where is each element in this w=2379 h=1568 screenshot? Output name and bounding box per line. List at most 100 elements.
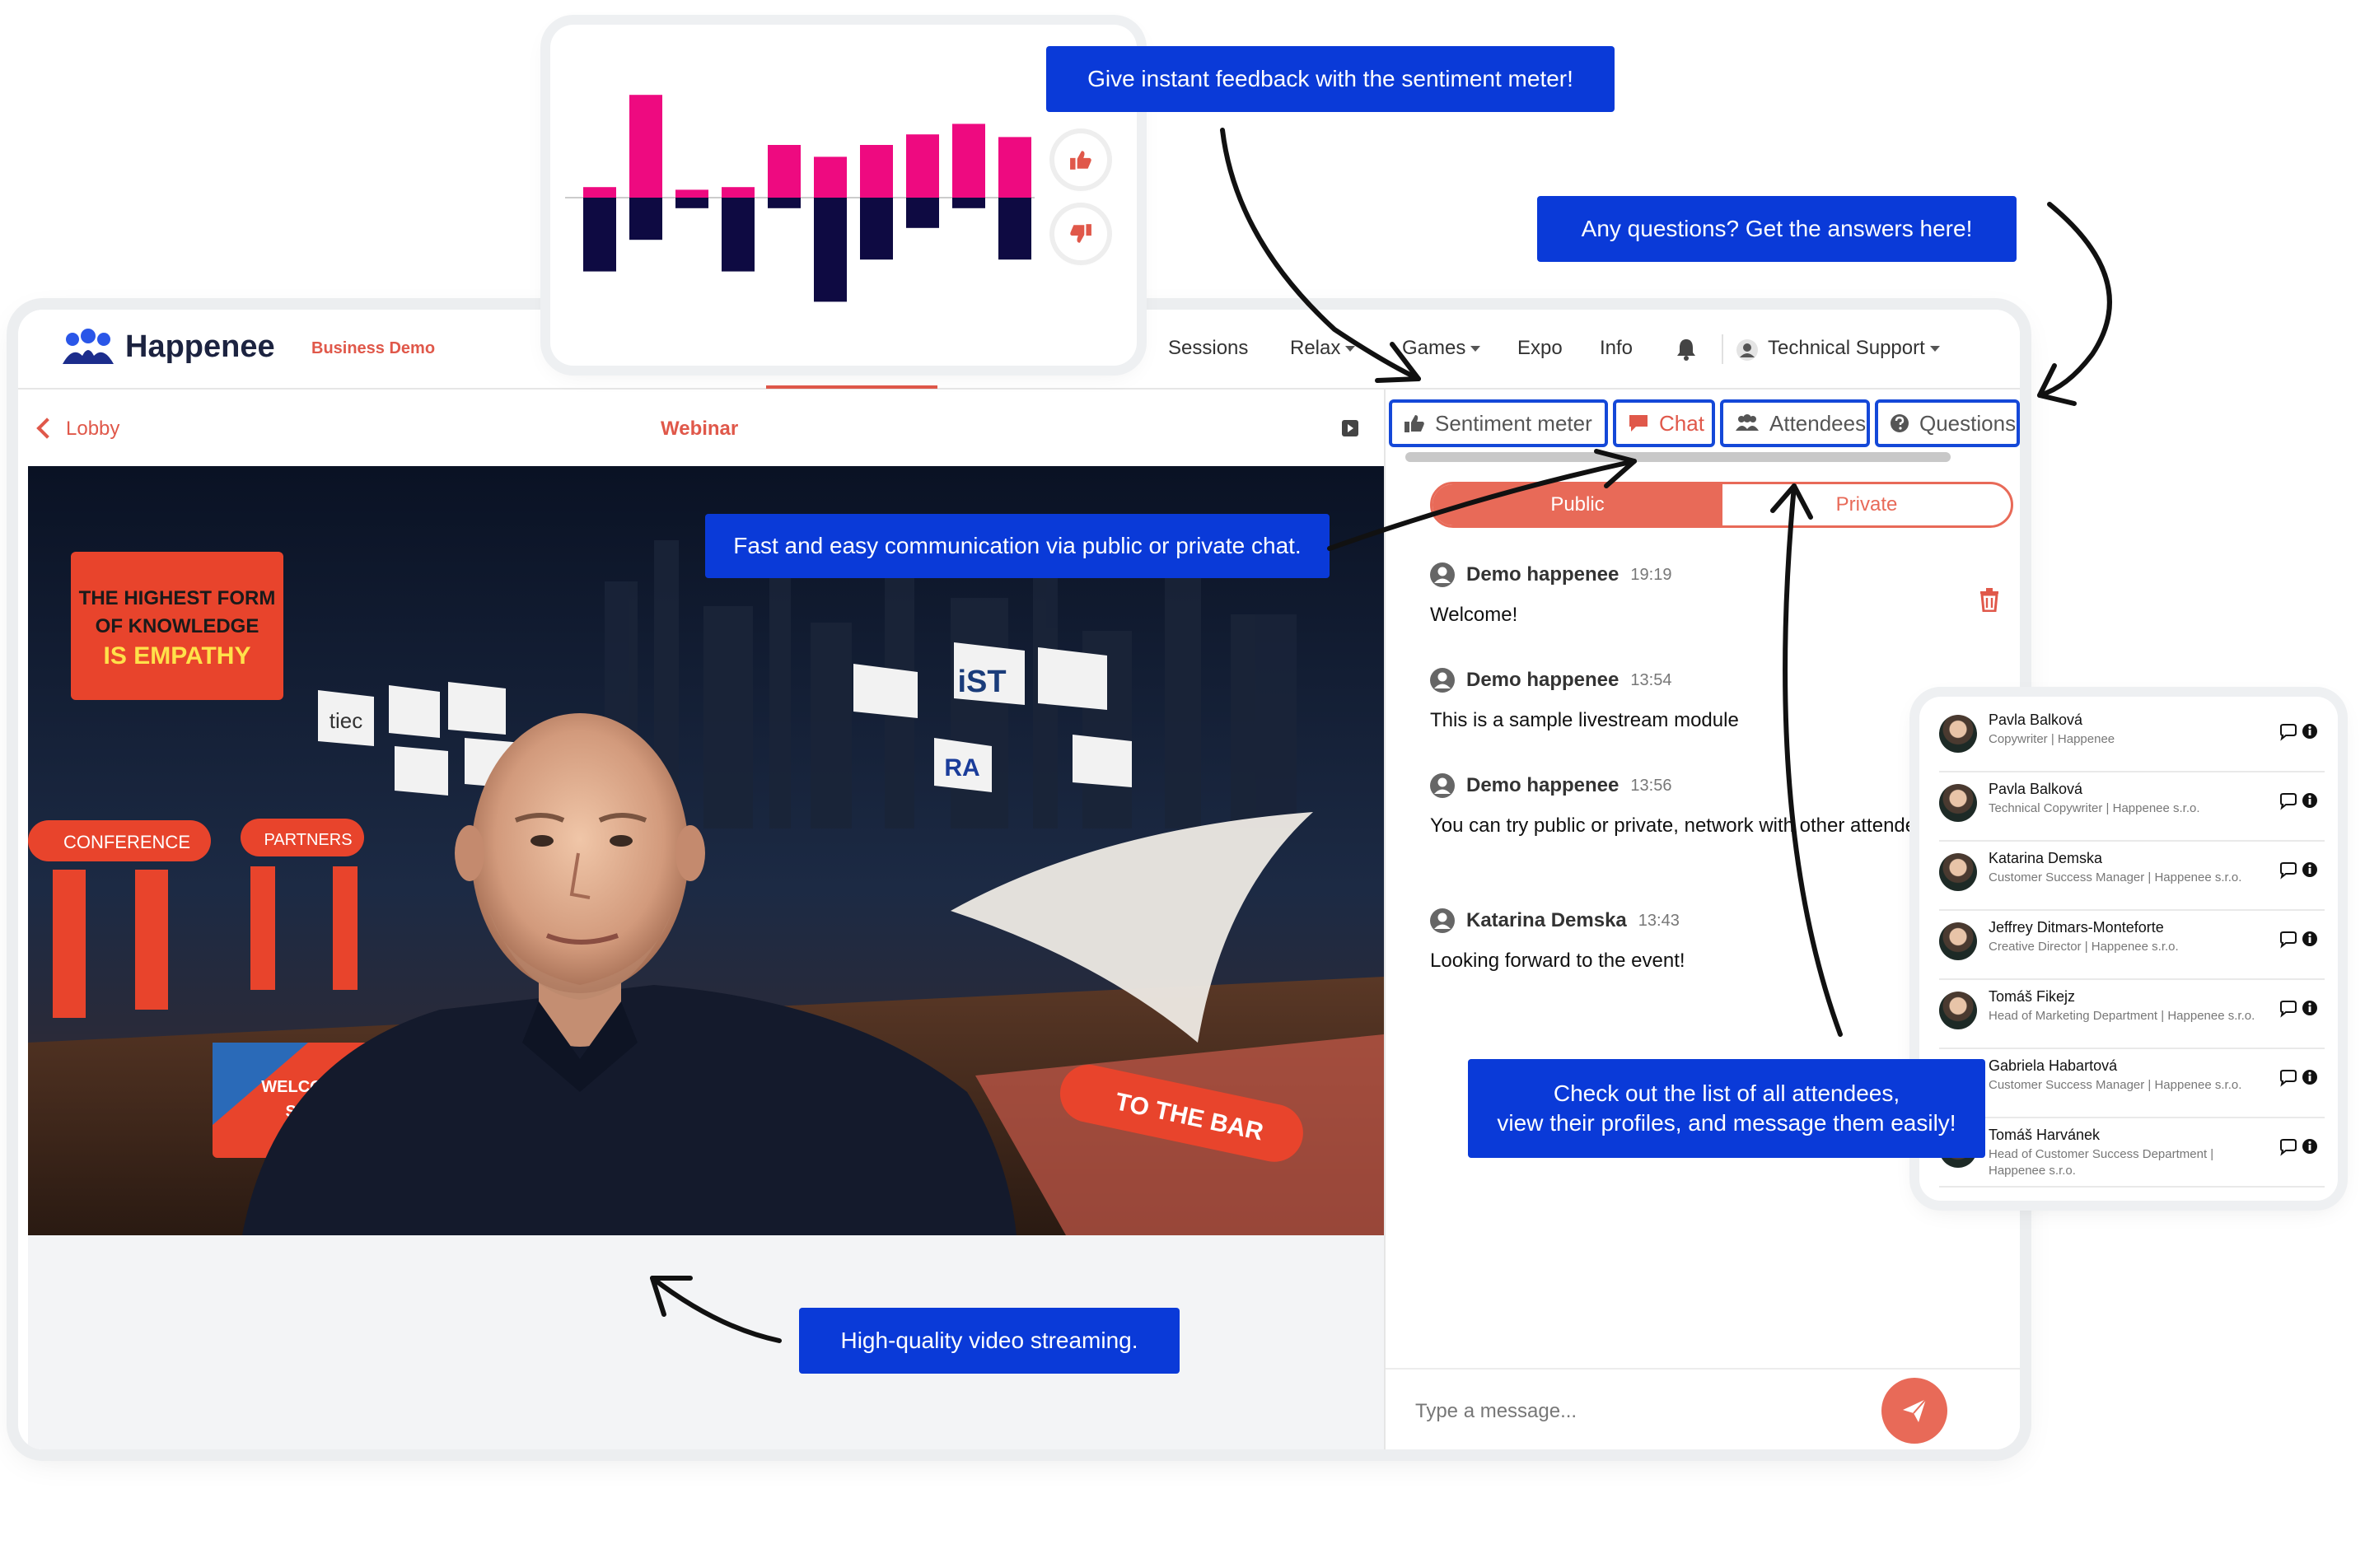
message-icon[interactable] [2280, 862, 2297, 880]
negative-bar [952, 198, 985, 208]
message-time: 13:54 [1630, 670, 1672, 689]
message-input[interactable] [1414, 1393, 1878, 1430]
attendee-avatar[interactable] [1939, 992, 1977, 1029]
attendee-row[interactable]: Gabriela Habartová Customer Success Manag… [1939, 1049, 2325, 1118]
info-icon[interactable] [2302, 862, 2317, 877]
tab-questions[interactable]: Questions [1875, 399, 2020, 447]
tabs-scrollbar[interactable] [1405, 452, 1951, 462]
nav-relax[interactable]: Relax [1290, 337, 1356, 360]
chat-message: Demo happenee 19:19 Welcome! [1430, 562, 2007, 630]
tab-chat[interactable]: Chat [1613, 399, 1715, 447]
info-icon[interactable] [2302, 1139, 2317, 1154]
attendee-row[interactable]: Jeffrey Ditmars-Monteforte Creative Direc… [1939, 911, 2325, 980]
tab-sentiment-meter[interactable]: Sentiment meter [1389, 399, 1608, 447]
scene-booth-conference: CONFERENCE [63, 832, 190, 852]
message-text: Welcome! [1430, 604, 1518, 626]
attendee-avatar[interactable] [1939, 853, 1977, 891]
back-to-lobby-link[interactable]: Lobby [36, 417, 119, 441]
negative-bar [814, 198, 847, 302]
collapse-panel-icon[interactable] [1341, 419, 1359, 437]
attendee-actions [2280, 862, 2317, 880]
info-icon[interactable] [2302, 1070, 2317, 1085]
attendee-avatar[interactable] [1939, 715, 1977, 753]
user-avatar-icon [1430, 773, 1455, 798]
negative-bar [675, 198, 708, 208]
video-area-background [28, 1235, 1384, 1449]
nav-games-label: Games [1402, 337, 1466, 359]
chevron-left-icon [36, 417, 58, 439]
scene-booth-partners: PARTNERS [264, 831, 352, 849]
negative-bar [768, 198, 801, 208]
attendee-row[interactable]: Pavla Balková Copywriter | Happenee [1939, 703, 2325, 772]
message-author[interactable]: Demo happenee [1466, 774, 1619, 797]
user-avatar-icon [1430, 908, 1455, 933]
attendee-name[interactable]: Pavla Balková [1989, 781, 2082, 798]
message-author[interactable]: Demo happenee [1466, 563, 1619, 586]
attendee-row[interactable]: Pavla Balková Technical Copywriter | Happ… [1939, 772, 2325, 842]
info-icon[interactable] [2302, 1001, 2317, 1015]
attendee-avatar[interactable] [1939, 784, 1977, 822]
nav-sessions[interactable]: Sessions [1168, 337, 1248, 360]
positive-bar [998, 137, 1031, 198]
tab-chat-label: Chat [1659, 410, 1704, 436]
callout-attendees-line-2: view their profiles, and message them ea… [1497, 1110, 1956, 1136]
attendee-row[interactable]: Tomáš Harvánek Head of Customer Success D… [1939, 1118, 2325, 1188]
nav-games[interactable]: Games [1402, 337, 1481, 360]
positive-bar [768, 145, 801, 198]
nav-expo[interactable]: Expo [1517, 337, 1563, 360]
message-author[interactable]: Katarina Demska [1466, 909, 1627, 932]
chat-bubble-icon [1629, 415, 1648, 432]
video-player[interactable]: THE HIGHEST FORM OF KNOWLEDGE IS EMPATHY… [28, 466, 1384, 1235]
send-button[interactable] [1881, 1378, 1947, 1444]
message-icon[interactable] [2280, 1001, 2297, 1018]
message-icon[interactable] [2280, 1139, 2297, 1156]
message-icon[interactable] [2280, 724, 2297, 741]
attendee-name[interactable]: Tomáš Fikejz [1989, 988, 2075, 1006]
message-time: 13:43 [1638, 911, 1680, 930]
attendee-name[interactable]: Gabriela Habartová [1989, 1057, 2117, 1075]
scene-sign-line-1: THE HIGHEST FORM [79, 587, 276, 609]
private-chat-button[interactable]: Private [1722, 484, 2011, 525]
info-icon[interactable] [2302, 793, 2317, 808]
info-icon[interactable] [2302, 931, 2317, 946]
user-avatar-icon [1736, 339, 1758, 361]
message-icon[interactable] [2280, 1070, 2297, 1087]
attendee-actions [2280, 724, 2317, 741]
positive-bar [583, 187, 616, 198]
attendee-role: Head of Marketing Department | Happenee … [1989, 1009, 2255, 1023]
chevron-down-icon [1345, 346, 1356, 352]
workspace-name[interactable]: Business Demo [311, 339, 435, 358]
active-section-underline [766, 385, 937, 389]
user-menu[interactable]: Technical Support [1768, 337, 1940, 360]
message-author[interactable]: Demo happenee [1466, 669, 1619, 692]
attendee-name[interactable]: Pavla Balková [1989, 712, 2082, 729]
nav-info[interactable]: Info [1600, 337, 1633, 360]
scene-flag-tiec: tiec [330, 708, 362, 733]
callout-video: High-quality video streaming. [799, 1308, 1180, 1374]
message-icon[interactable] [2280, 793, 2297, 810]
callout-attendees-line-1: Check out the list of all attendees, [1553, 1080, 1900, 1106]
bell-icon[interactable] [1676, 338, 1697, 361]
info-icon[interactable] [2302, 724, 2317, 739]
message-icon[interactable] [2280, 931, 2297, 949]
trash-icon[interactable] [1979, 587, 2000, 612]
nav-divider [1722, 334, 1723, 364]
tab-attendees[interactable]: Attendees [1720, 399, 1870, 447]
negative-bar [722, 198, 755, 272]
attendee-row[interactable]: Tomáš Fikejz Head of Marketing Department… [1939, 980, 2325, 1049]
attendee-name[interactable]: Tomáš Harvánek [1989, 1127, 2100, 1144]
attendee-row[interactable]: Katarina Demska Customer Success Manager … [1939, 842, 2325, 911]
chat-visibility-toggle: Public Private [1430, 482, 2013, 528]
chevron-down-icon [1929, 346, 1940, 352]
thumbs-down-icon [1070, 224, 1091, 243]
thumbs-up-button[interactable] [1054, 133, 1107, 186]
attendee-avatar[interactable] [1939, 922, 1977, 960]
message-header: Demo happenee 19:19 [1430, 562, 2007, 587]
attendee-name[interactable]: Jeffrey Ditmars-Monteforte [1989, 919, 2164, 936]
attendee-actions [2280, 793, 2317, 810]
attendee-actions [2280, 1139, 2317, 1156]
thumbs-down-button[interactable] [1054, 208, 1107, 260]
public-chat-button[interactable]: Public [1433, 484, 1722, 525]
question-icon [1891, 414, 1909, 432]
attendee-name[interactable]: Katarina Demska [1989, 850, 2102, 867]
